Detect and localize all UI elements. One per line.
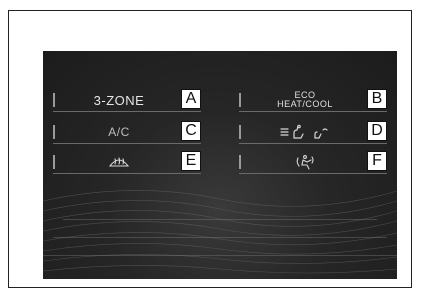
callout-tag-f: F: [367, 151, 387, 171]
callout-tag-b: B: [367, 89, 387, 109]
seat-fan-airflow-icon: [280, 124, 328, 139]
recirculation-button[interactable]: F: [239, 151, 387, 174]
eco-heat-cool-button[interactable]: ECO HEAT/COOL B: [239, 89, 387, 112]
callout-tag-d: D: [367, 121, 387, 141]
recirculation-icon: [296, 155, 314, 170]
seat-airflow-icon-wrap: [251, 121, 359, 143]
ac-label: A/C: [108, 125, 130, 139]
callout-tag-e: E: [181, 151, 201, 171]
windshield-defrost-icon: [108, 157, 130, 167]
heat-cool-label: HEAT/COOL: [277, 99, 333, 109]
seat-airflow-button[interactable]: D: [239, 121, 387, 144]
ac-button[interactable]: A/C C: [53, 121, 201, 144]
recirculation-icon-wrap: [251, 151, 359, 173]
three-zone-label: 3-ZONE: [93, 92, 145, 108]
indicator-bar: [239, 155, 241, 169]
indicator-bar: [53, 93, 55, 107]
indicator-bar: [53, 155, 55, 169]
three-zone-button[interactable]: 3-ZONE A: [53, 89, 201, 112]
indicator-bar: [53, 125, 55, 139]
indicator-bar: [239, 93, 241, 107]
callout-tag-c: C: [181, 121, 201, 141]
callout-tag-a: A: [181, 89, 201, 109]
defrost-icon-wrap: [65, 151, 173, 173]
eco-heat-cool-label: ECO HEAT/COOL: [251, 89, 359, 111]
figure-frame: 3-ZONE A ECO HEAT/COOL B A/C C D E F: [8, 10, 412, 288]
windshield-defrost-button[interactable]: E: [53, 151, 201, 174]
indicator-bar: [239, 125, 241, 139]
climate-control-screen: 3-ZONE A ECO HEAT/COOL B A/C C D E F: [43, 51, 397, 279]
